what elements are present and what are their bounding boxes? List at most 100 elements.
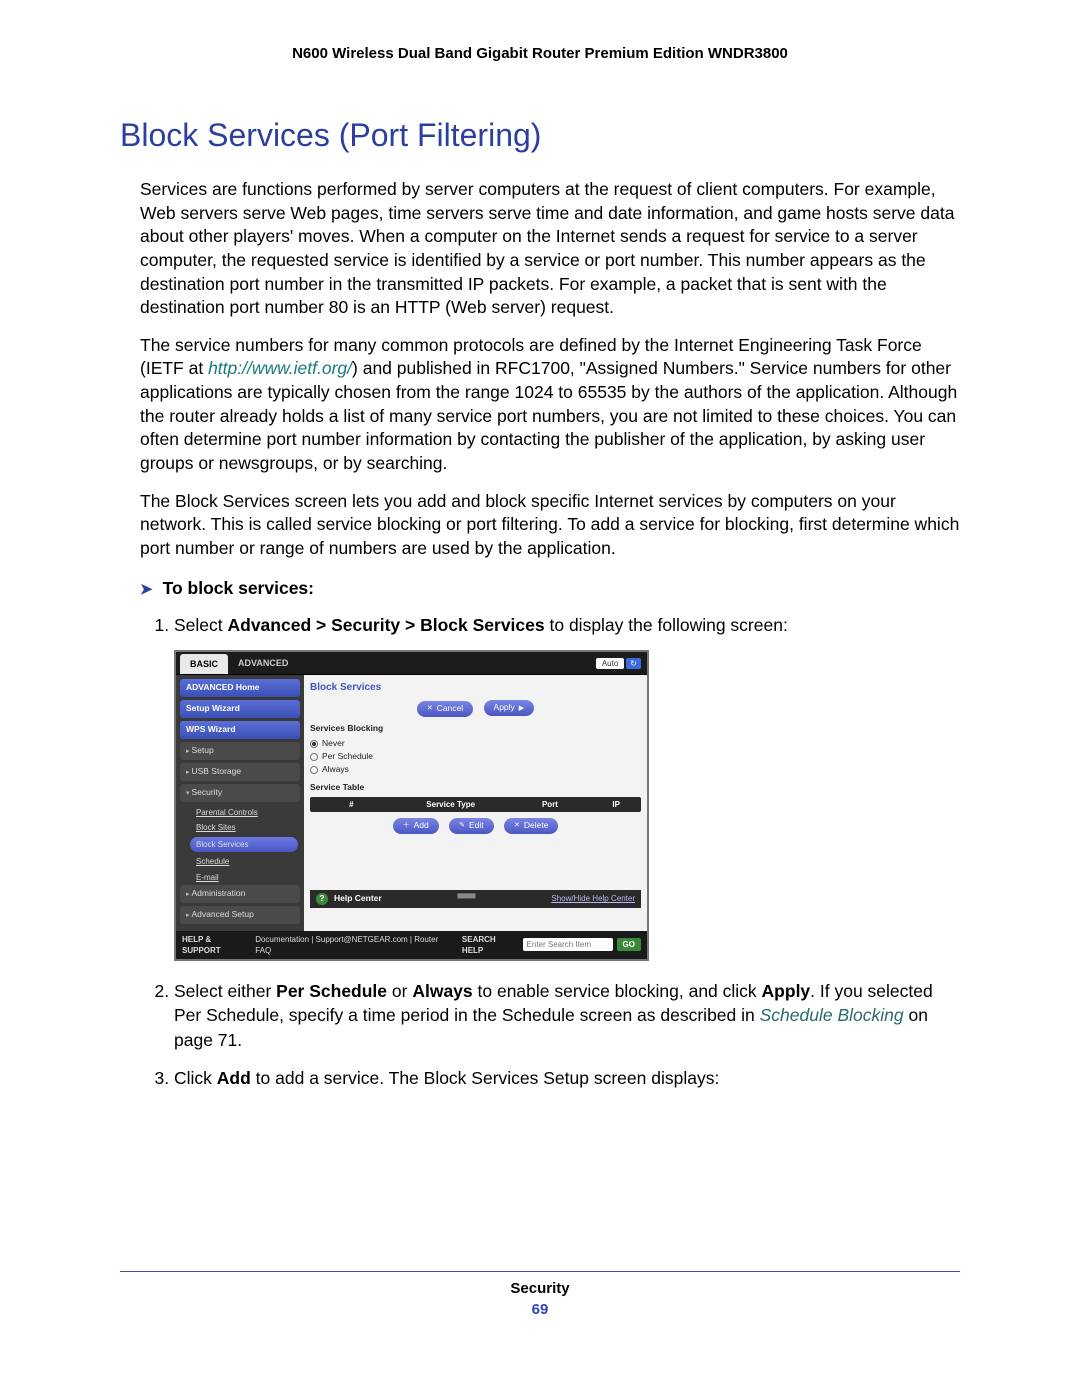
text-run: to add a service. The Block Services Set…: [251, 1068, 720, 1088]
show-hide-help-link[interactable]: Show/Hide Help Center: [551, 893, 635, 904]
delete-label: Delete: [524, 820, 549, 832]
radio-icon: [310, 766, 318, 774]
text-run: or: [387, 981, 412, 1001]
drag-handle-icon[interactable]: ▀▀▀: [388, 893, 546, 905]
panel-title: Block Services: [310, 681, 641, 695]
steps-list: Select Advanced > Security > Block Servi…: [140, 613, 960, 1091]
menu-path: Advanced > Security > Block Services: [228, 615, 545, 635]
sidebar-sub-block-services[interactable]: Block Services: [190, 837, 298, 852]
document-page: N600 Wireless Dual Band Gigabit Router P…: [0, 0, 1080, 1358]
step-1: Select Advanced > Security > Block Servi…: [174, 613, 960, 961]
services-blocking-heading: Services Blocking: [310, 723, 641, 735]
radio-icon: [310, 753, 318, 761]
radio-icon: [310, 740, 318, 748]
footer: Security 69: [120, 1280, 960, 1318]
sidebar-item-advanced-home[interactable]: ADVANCED Home: [180, 679, 300, 697]
body-text: Services are functions performed by serv…: [120, 178, 960, 560]
help-support-label: HELP & SUPPORT: [182, 934, 251, 956]
add-word: Add: [217, 1068, 251, 1088]
th-port: Port: [509, 797, 592, 812]
sidebar-item-administration[interactable]: Administration: [180, 885, 300, 903]
service-table-heading: Service Table: [310, 782, 641, 794]
sidebar-sub-block-sites[interactable]: Block Sites: [180, 820, 300, 835]
radio-always[interactable]: Always: [310, 764, 641, 776]
th-service-type: Service Type: [393, 797, 509, 812]
apply-word: Apply: [762, 981, 811, 1001]
shot-body: ADVANCED Home Setup Wizard WPS Wizard Se…: [176, 675, 647, 930]
add-label: Add: [414, 820, 429, 832]
panel-buttons-bottom: ＋ Add ✎ Edit ✕ Delete: [310, 818, 641, 834]
footer-rule: [120, 1271, 960, 1272]
delete-button[interactable]: ✕ Delete: [504, 818, 558, 834]
text-run: Select: [174, 615, 228, 635]
sidebar-item-setup-wizard[interactable]: Setup Wizard: [180, 700, 300, 718]
shot-tabs-bar: BASIC ADVANCED Auto ↻: [176, 652, 647, 676]
search-help-label: SEARCH HELP: [462, 934, 519, 956]
step-3: Click Add to add a service. The Block Se…: [174, 1066, 960, 1091]
text-run: to enable service blocking, and click: [473, 981, 762, 1001]
refresh-button[interactable]: ↻: [626, 658, 641, 669]
refresh-mode-select[interactable]: Auto: [596, 658, 624, 669]
help-icon[interactable]: ?: [316, 893, 328, 905]
help-center-bar: ? Help Center ▀▀▀ Show/Hide Help Center: [310, 890, 641, 908]
edit-label: Edit: [469, 820, 484, 832]
search-go-button[interactable]: GO: [617, 938, 641, 951]
section-title: Block Services (Port Filtering): [120, 117, 960, 154]
text-run: to display the following screen:: [545, 615, 788, 635]
cancel-label: Cancel: [437, 703, 463, 715]
cancel-button[interactable]: ✕ Cancel: [417, 701, 473, 717]
paragraph: The Block Services screen lets you add a…: [120, 490, 960, 561]
sidebar-item-setup[interactable]: Setup: [180, 742, 300, 760]
plus-icon: ＋: [403, 821, 410, 831]
sidebar-item-wps-wizard[interactable]: WPS Wizard: [180, 721, 300, 739]
tab-advanced[interactable]: ADVANCED: [228, 653, 298, 674]
screenshot-figure: BASIC ADVANCED Auto ↻ ADVANCED Home Setu…: [174, 650, 960, 961]
th-number: #: [310, 797, 393, 812]
paragraph: The service numbers for many common prot…: [120, 334, 960, 476]
apply-label: Apply: [494, 702, 515, 714]
cross-reference-link[interactable]: Schedule Blocking: [760, 1005, 904, 1025]
sidebar-item-advanced-setup[interactable]: Advanced Setup: [180, 906, 300, 924]
apply-button[interactable]: Apply ▶: [484, 700, 535, 716]
step-2: Select either Per Schedule or Always to …: [174, 979, 960, 1053]
task-heading-label: To block services:: [163, 578, 314, 599]
sidebar-sub-schedule[interactable]: Schedule: [180, 854, 300, 869]
close-icon: ✕: [514, 821, 520, 831]
chevron-right-icon: ➤: [140, 580, 153, 598]
radio-label: Always: [322, 764, 349, 776]
shot-footer-bar: HELP & SUPPORT Documentation | Support@N…: [176, 931, 647, 959]
sidebar-sub-parental-controls[interactable]: Parental Controls: [180, 805, 300, 820]
footer-page-number: 69: [120, 1301, 960, 1318]
chevron-right-icon: ▶: [519, 704, 524, 714]
radio-per-schedule[interactable]: Per Schedule: [310, 751, 641, 763]
sidebar-sub-email[interactable]: E-mail: [180, 870, 300, 885]
radio-label: Never: [322, 738, 345, 750]
radio-label: Per Schedule: [322, 751, 373, 763]
router-ui-screenshot: BASIC ADVANCED Auto ↻ ADVANCED Home Setu…: [174, 650, 649, 961]
paragraph: Services are functions performed by serv…: [120, 178, 960, 320]
text-run: Click: [174, 1068, 217, 1088]
text-run: Select either: [174, 981, 276, 1001]
shot-sidebar: ADVANCED Home Setup Wizard WPS Wizard Se…: [176, 675, 304, 930]
help-support-links[interactable]: Documentation | Support@NETGEAR.com | Ro…: [255, 934, 454, 956]
pencil-icon: ✎: [459, 821, 465, 831]
help-center-label: Help Center: [334, 893, 382, 905]
sidebar-item-security[interactable]: Security: [180, 784, 300, 802]
ietf-link[interactable]: http://www.ietf.org/: [208, 358, 352, 378]
task-heading: ➤ To block services:: [140, 578, 960, 599]
document-header: N600 Wireless Dual Band Gigabit Router P…: [120, 45, 960, 62]
close-icon: ✕: [427, 704, 433, 714]
sidebar-item-usb-storage[interactable]: USB Storage: [180, 763, 300, 781]
footer-section-name: Security: [120, 1280, 960, 1297]
tab-basic[interactable]: BASIC: [180, 654, 228, 675]
option-always: Always: [412, 981, 472, 1001]
edit-button[interactable]: ✎ Edit: [449, 818, 494, 834]
th-ip: IP: [591, 797, 641, 812]
service-table-header: # Service Type Port IP: [310, 797, 641, 812]
search-input[interactable]: Enter Search Item: [523, 938, 613, 951]
panel-buttons-top: ✕ Cancel Apply ▶: [310, 700, 641, 717]
shot-main-panel: Block Services ✕ Cancel Apply ▶ Services B…: [304, 675, 647, 930]
option-per-schedule: Per Schedule: [276, 981, 387, 1001]
add-button[interactable]: ＋ Add: [393, 818, 439, 834]
radio-never[interactable]: Never: [310, 738, 641, 750]
